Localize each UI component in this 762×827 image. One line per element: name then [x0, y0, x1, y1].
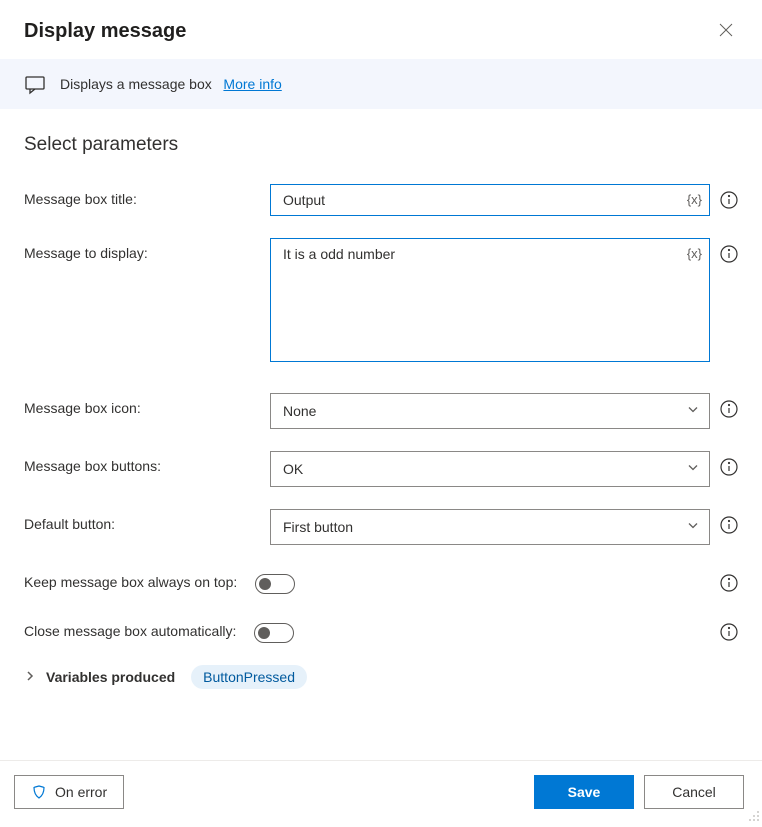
label-icon: Message box icon: [24, 393, 256, 416]
dialog-title: Display message [24, 20, 186, 43]
label-auto-close: Close message box automatically: [24, 616, 236, 639]
more-info-link[interactable]: More info [223, 76, 281, 92]
info-icon [720, 516, 738, 534]
help-message[interactable] [720, 245, 738, 263]
label-message: Message to display: [24, 238, 256, 261]
variable-chip[interactable]: ButtonPressed [191, 665, 307, 689]
label-always-on-top: Keep message box always on top: [24, 567, 237, 590]
row-auto-close: Close message box automatically: [24, 616, 738, 643]
info-icon [720, 191, 738, 209]
variable-picker-message[interactable]: {x} [687, 246, 702, 261]
dialog-header: Display message [0, 0, 762, 59]
auto-close-toggle[interactable] [254, 623, 294, 643]
input-wrap-message: It is a odd number {x} [270, 238, 710, 365]
chevron-right-icon [24, 670, 36, 682]
row-default-button: Default button: First button [24, 509, 738, 545]
label-buttons: Message box buttons: [24, 451, 256, 474]
select-wrap-buttons: OK [270, 451, 710, 487]
help-title[interactable] [720, 191, 738, 209]
title-input[interactable] [270, 184, 710, 216]
label-title: Message box title: [24, 184, 256, 207]
section-title: Select parameters [24, 134, 738, 156]
dialog-footer: On error Save Cancel [0, 760, 762, 827]
info-icon [720, 458, 738, 476]
input-wrap-title: {x} [270, 184, 710, 216]
default-button-select[interactable]: First button [270, 509, 710, 545]
variable-picker-title[interactable]: {x} [687, 192, 702, 207]
resize-grip[interactable] [748, 809, 760, 825]
help-default-button[interactable] [720, 516, 738, 534]
toggle-knob [258, 627, 270, 639]
row-message: Message to display: It is a odd number {… [24, 238, 738, 365]
info-banner: Displays a message box More info [0, 59, 762, 110]
toggle-knob [259, 578, 271, 590]
help-always-on-top[interactable] [720, 574, 738, 592]
info-icon [720, 245, 738, 263]
info-icon [720, 400, 738, 418]
row-icon: Message box icon: None [24, 393, 738, 429]
expand-variables[interactable] [24, 669, 36, 685]
row-always-on-top: Keep message box always on top: [24, 567, 738, 594]
on-error-button[interactable]: On error [14, 775, 124, 809]
label-default-button: Default button: [24, 509, 256, 532]
help-buttons[interactable] [720, 458, 738, 476]
always-on-top-toggle[interactable] [255, 574, 295, 594]
row-title: Message box title: {x} [24, 184, 738, 216]
select-wrap-icon: None [270, 393, 710, 429]
close-button[interactable] [714, 18, 738, 45]
cancel-button[interactable]: Cancel [644, 775, 744, 809]
close-icon [718, 22, 734, 38]
buttons-select[interactable]: OK [270, 451, 710, 487]
variables-row: Variables produced ButtonPressed [24, 665, 738, 689]
banner-text: Displays a message box [60, 76, 212, 92]
save-button[interactable]: Save [534, 775, 634, 809]
banner-text-wrap: Displays a message box More info [60, 76, 282, 92]
icon-select[interactable]: None [270, 393, 710, 429]
help-auto-close[interactable] [720, 623, 738, 641]
row-buttons: Message box buttons: OK [24, 451, 738, 487]
select-wrap-default: First button [270, 509, 710, 545]
message-icon [24, 73, 46, 95]
message-textarea[interactable]: It is a odd number [270, 238, 710, 362]
help-icon-field[interactable] [720, 400, 738, 418]
content-area: Select parameters Message box title: {x}… [0, 110, 762, 713]
resize-grip-icon [748, 810, 760, 822]
info-icon [720, 574, 738, 592]
variables-produced-label[interactable]: Variables produced [46, 669, 175, 685]
shield-icon [31, 784, 47, 800]
info-icon [720, 623, 738, 641]
